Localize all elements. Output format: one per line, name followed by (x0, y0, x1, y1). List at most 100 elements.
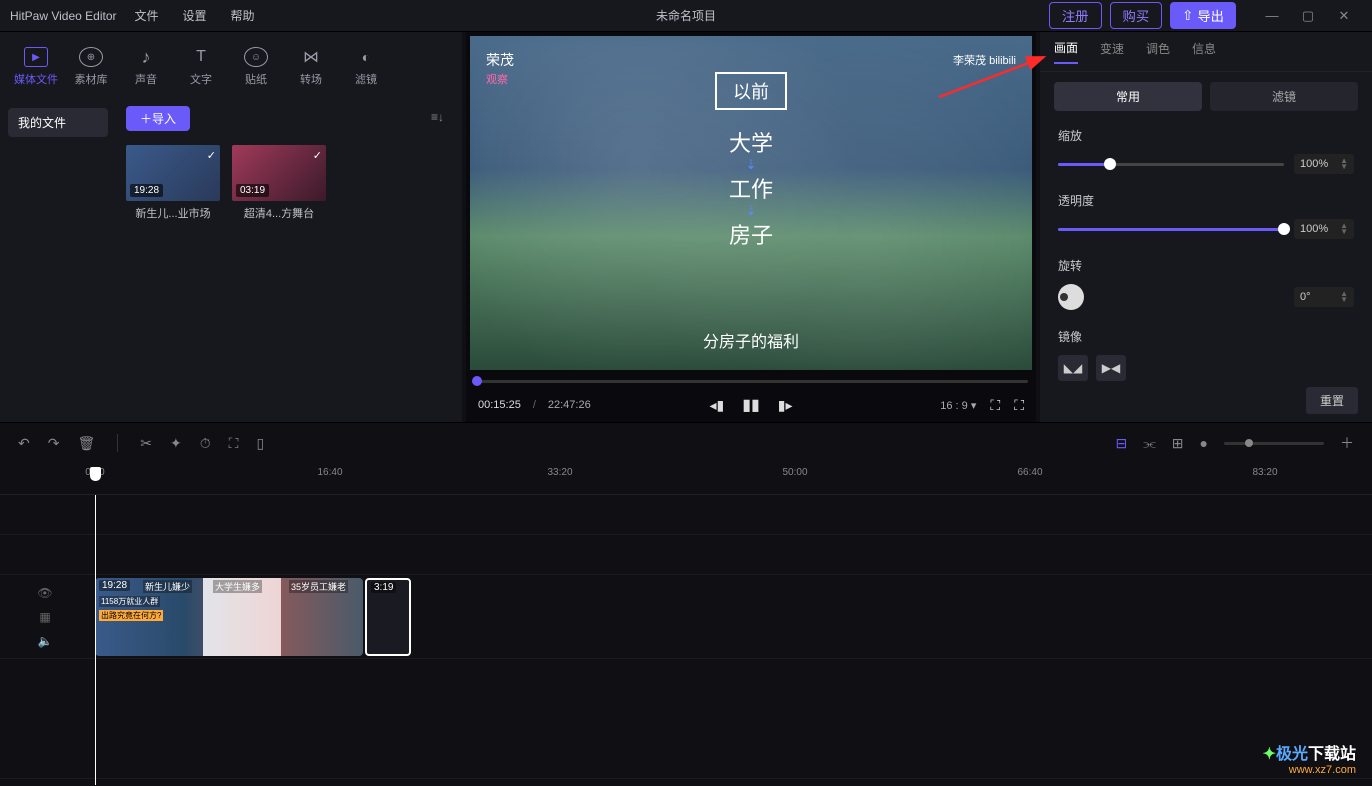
crop-icon[interactable]: ⛶ (990, 397, 1000, 414)
media-thumb[interactable]: ✓19:28 新生儿...业市场 (126, 145, 220, 221)
video-track[interactable]: 👁 ▦ 🔈 19:28 新生儿嫌少 大学生嫌多 35岁员工嫌老 1158万就业人… (0, 575, 1372, 659)
export-button[interactable]: ⇧ 导出 (1170, 2, 1236, 29)
next-frame-icon[interactable]: ▮▸ (778, 397, 793, 414)
prev-frame-icon[interactable]: ◂▮ (709, 397, 724, 414)
mirror-vertical-icon[interactable]: ▶◀ (1096, 355, 1126, 381)
pause-icon[interactable]: ▮▮ (742, 395, 760, 415)
thumb-name: 新生儿...业市场 (126, 205, 220, 221)
tab-speed[interactable]: 变速 (1100, 40, 1124, 63)
preview-panel: 荣茂观察 李荣茂 bilibili 以前 大学⇣ 工作⇣ 房子 分房子的福利 0… (466, 32, 1036, 422)
transition-icon: ⋈ (299, 47, 323, 67)
zoom-in-icon[interactable]: ＋ (1340, 433, 1354, 453)
overlay-brand: 荣茂观察 (486, 50, 514, 87)
zoom-slider[interactable] (1224, 442, 1324, 445)
time-total: 22:47:26 (548, 399, 591, 411)
subtab-common[interactable]: 常用 (1054, 82, 1202, 111)
mirror-label: 镜像 (1058, 328, 1354, 345)
track-row-empty[interactable] (0, 495, 1372, 535)
project-title: 未命名项目 (656, 7, 716, 24)
minimize-icon[interactable]: — (1254, 8, 1290, 23)
opacity-input[interactable]: 100%▲▼ (1294, 219, 1354, 239)
tab-picture[interactable]: 画面 (1054, 39, 1078, 64)
track-row-empty[interactable] (0, 659, 1372, 779)
library-icon: ⊕ (79, 47, 103, 67)
rotate-dial[interactable] (1058, 284, 1084, 310)
split-icon[interactable]: ✦ (170, 435, 182, 452)
preview-video[interactable]: 荣茂观察 李荣茂 bilibili 以前 大学⇣ 工作⇣ 房子 分房子的福利 (470, 36, 1032, 370)
preview-scrubber[interactable] (466, 374, 1036, 388)
reset-button[interactable]: 重置 (1306, 387, 1358, 414)
scale-input[interactable]: 100%▲▼ (1294, 154, 1354, 174)
watermark: ✦极光下载站 www.xz7.com (1263, 740, 1356, 776)
tab-color[interactable]: 调色 (1146, 40, 1170, 63)
thumb-name: 超清4...方舞台 (232, 205, 326, 221)
rotate-label: 旋转 (1058, 257, 1354, 274)
opacity-label: 透明度 (1058, 192, 1354, 209)
titlebar: HitPaw Video Editor 文件 设置 帮助 未命名项目 注册 购买… (0, 0, 1372, 32)
overlay-credit: 李荣茂 bilibili (953, 52, 1016, 68)
check-icon: ✓ (207, 149, 216, 162)
media-sidebar: 我的文件 (0, 98, 116, 422)
tab-filter[interactable]: ◐滤镜 (344, 47, 388, 87)
cut-icon[interactable]: ✂ (140, 435, 152, 452)
menu-file[interactable]: 文件 (135, 7, 159, 24)
layout-icon[interactable]: ⊞ (1172, 435, 1184, 452)
opacity-slider[interactable] (1058, 228, 1284, 231)
preview-controls: 00:15:25 / 22:47:26 ◂▮ ▮▮ ▮▸ 16 : 9 ▾ ⛶ … (466, 388, 1036, 422)
app-logo: HitPaw Video Editor (10, 9, 117, 23)
aspect-ratio[interactable]: 16 : 9 ▾ (940, 399, 976, 412)
zoom-out-icon[interactable]: ● (1200, 435, 1208, 451)
tab-media[interactable]: ▶媒体文件 (14, 47, 58, 87)
snap-icon[interactable]: ⊟ (1115, 435, 1127, 452)
clip-duration: 19:28 (99, 580, 130, 591)
redo-icon[interactable]: ↷ (48, 435, 60, 452)
lock-icon[interactable]: ▦ (39, 610, 50, 624)
import-button[interactable]: ＋导入 (126, 106, 190, 131)
timeline-clip-selected[interactable]: 3:19 (365, 578, 411, 656)
tab-text[interactable]: T文字 (179, 47, 223, 87)
overlay-title-box: 以前 (715, 72, 787, 110)
export-label: 导出 (1197, 6, 1224, 25)
clip-duration: 3:19 (371, 582, 396, 593)
mute-icon[interactable]: 🔈 (38, 634, 53, 648)
sidebar-my-files[interactable]: 我的文件 (8, 108, 108, 137)
rotate-input[interactable]: 0°▲▼ (1294, 287, 1354, 307)
timeline-ruler[interactable]: 0:00 16:40 33:20 50:00 66:40 83:20 (0, 463, 1372, 495)
delete-icon[interactable]: 🗑 (77, 435, 95, 452)
close-icon[interactable]: ✕ (1326, 8, 1362, 24)
tool-tabs: ▶媒体文件 ⊕素材库 ♪声音 T文字 ☺贴纸 ⋈转场 ◐滤镜 (0, 32, 462, 98)
timeline-clip[interactable]: 19:28 新生儿嫌少 大学生嫌多 35岁员工嫌老 1158万就业人群 出路究竟… (95, 578, 363, 656)
sort-icon[interactable]: ≡↓ (431, 110, 444, 124)
undo-icon[interactable]: ↶ (18, 435, 30, 452)
maximize-icon[interactable]: ▢ (1290, 8, 1326, 24)
speed-icon[interactable]: ⏱ (200, 435, 211, 452)
register-button[interactable]: 注册 (1049, 2, 1102, 29)
tab-sticker[interactable]: ☺贴纸 (234, 47, 278, 87)
buy-button[interactable]: 购买 (1110, 2, 1163, 29)
link-icon[interactable]: ⫘ (1143, 435, 1156, 452)
fullscreen-icon[interactable]: ⛶ (1014, 397, 1024, 414)
scale-slider[interactable] (1058, 163, 1284, 166)
tab-audio[interactable]: ♪声音 (124, 47, 168, 87)
visibility-icon[interactable]: 👁 (37, 586, 52, 600)
export-icon: ⇧ (1182, 8, 1193, 24)
marker-icon[interactable]: ▯ (256, 435, 264, 452)
tab-transition[interactable]: ⋈转场 (289, 47, 333, 87)
media-thumb[interactable]: ✓03:19 超清4...方舞台 (232, 145, 326, 221)
track-row-empty[interactable] (0, 535, 1372, 575)
menu-settings[interactable]: 设置 (183, 7, 207, 24)
mirror-horizontal-icon[interactable]: ◣◢ (1058, 355, 1088, 381)
audio-icon: ♪ (134, 47, 158, 67)
scale-label: 缩放 (1058, 127, 1354, 144)
properties-panel: 画面 变速 调色 信息 常用 滤镜 缩放 100%▲▼ 透明度 100%▲▼ (1040, 32, 1372, 422)
overlay-stack: 大学⇣ 工作⇣ 房子 (729, 126, 773, 250)
crop-tool-icon[interactable]: ⛶ (229, 435, 239, 452)
thumb-duration: 03:19 (236, 184, 269, 197)
property-tabs: 画面 变速 调色 信息 (1040, 32, 1372, 72)
media-panel: ▶媒体文件 ⊕素材库 ♪声音 T文字 ☺贴纸 ⋈转场 ◐滤镜 我的文件 ＋导入 … (0, 32, 462, 422)
playhead[interactable] (95, 495, 96, 785)
tab-library[interactable]: ⊕素材库 (69, 47, 113, 87)
menu-help[interactable]: 帮助 (231, 7, 255, 24)
subtab-filter[interactable]: 滤镜 (1210, 82, 1358, 111)
tab-info[interactable]: 信息 (1192, 40, 1216, 63)
